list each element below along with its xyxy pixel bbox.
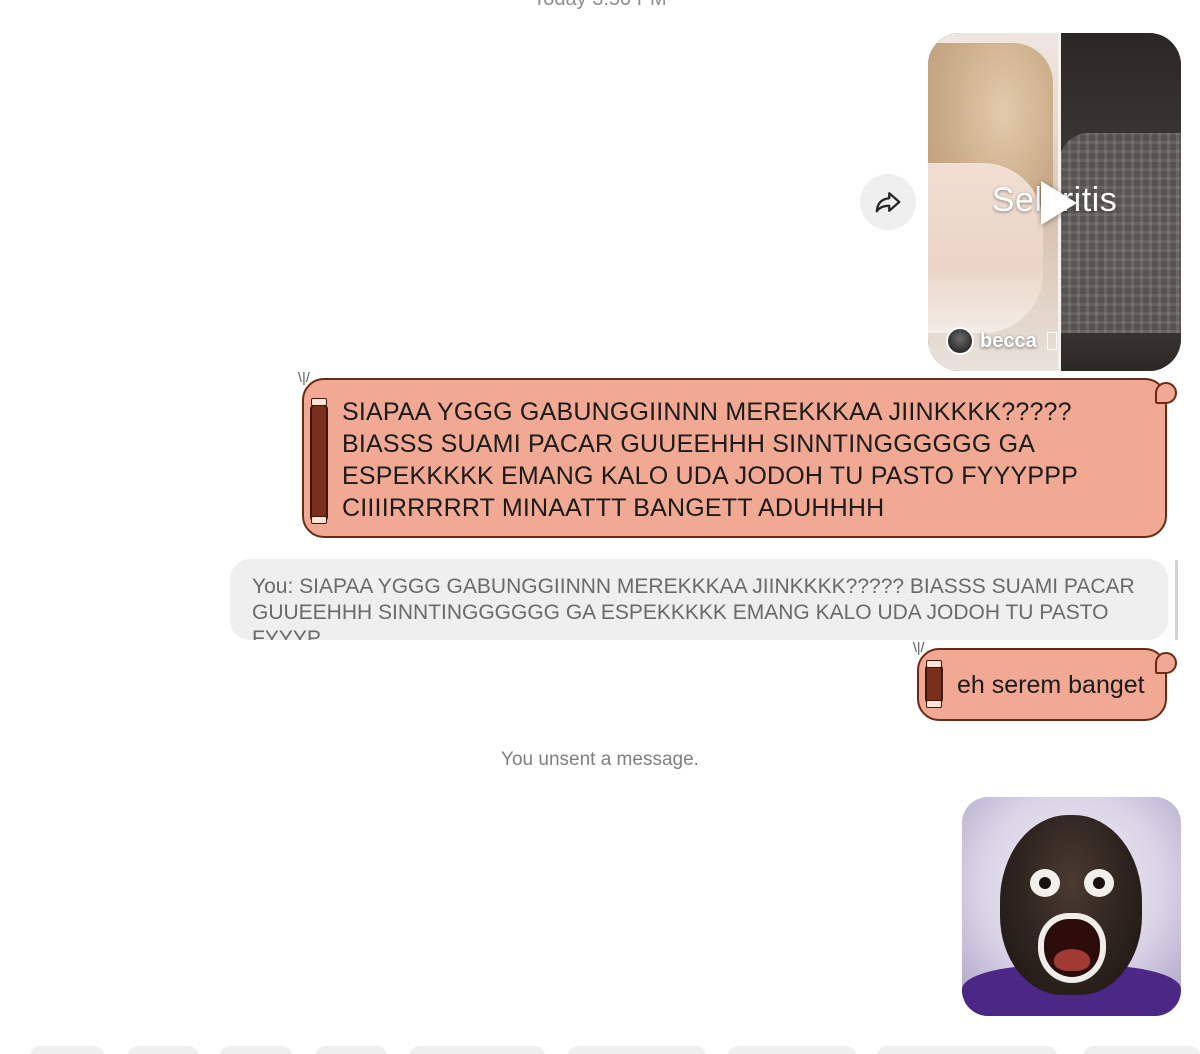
reply-preview[interactable]: You: SIAPAA YGGG GABUNGGIINNN MEREKKKAA … xyxy=(230,559,1168,640)
shared-reel-card[interactable]: Seleritis becca xyxy=(928,33,1181,371)
sticker-eye xyxy=(1030,869,1060,897)
message-bubble-outgoing[interactable]: \|/ SIAPAA YGGG GABUNGGIINNN MEREKKKAA J… xyxy=(298,370,1177,538)
screaming-face-sticker[interactable] xyxy=(962,797,1181,1016)
message-timestamp: Today 3:50 PM xyxy=(0,0,1200,11)
spark-icon: \|/ xyxy=(298,369,311,385)
bubble-theme-cap xyxy=(311,398,327,406)
bubble-theme-cap xyxy=(926,700,942,708)
bubble-theme-cap xyxy=(311,516,327,524)
quick-reply-row xyxy=(0,1046,1200,1054)
quick-reply-chip[interactable] xyxy=(128,1046,198,1054)
quick-reply-chip[interactable] xyxy=(220,1046,292,1054)
sticker-tongue xyxy=(1054,949,1090,971)
sticker-eye xyxy=(1084,869,1114,897)
quick-reply-chip[interactable] xyxy=(568,1046,706,1054)
reel-author-name: becca xyxy=(980,329,1037,352)
bubble-theme-decoration xyxy=(310,404,328,522)
avatar xyxy=(946,327,974,355)
bubble-theme-decoration xyxy=(925,664,943,704)
reel-author[interactable]: becca xyxy=(946,327,1057,355)
message-bubble-outgoing[interactable]: \|/ eh serem banget xyxy=(913,640,1177,721)
message-text: eh serem banget xyxy=(957,671,1145,699)
quick-reply-chip[interactable] xyxy=(315,1046,387,1054)
reply-indicator-bar xyxy=(1175,560,1178,640)
quick-reply-chip[interactable] xyxy=(30,1046,104,1054)
bubble-tail xyxy=(1155,652,1177,674)
quick-reply-chip[interactable] xyxy=(410,1046,545,1054)
unsent-message-note: You unsent a message. xyxy=(501,749,699,770)
quick-reply-chip[interactable] xyxy=(728,1046,856,1054)
quick-reply-chip[interactable] xyxy=(877,1046,1057,1054)
bubble-theme-cap xyxy=(926,660,942,668)
chat-thread: Today 3:50 PM Seleritis becca \|/ SIAPAA… xyxy=(0,0,1200,1054)
spark-icon: \|/ xyxy=(913,639,925,655)
missing-glyph-icon xyxy=(1046,332,1057,350)
share-button[interactable] xyxy=(860,174,916,230)
bubble-tail xyxy=(1155,382,1177,404)
reel-thumbnail-coat xyxy=(1059,133,1181,333)
sticker-mouth xyxy=(1038,913,1106,983)
message-text: SIAPAA YGGG GABUNGGIINNN MEREKKKAA JIINK… xyxy=(342,398,1078,522)
share-arrow-icon xyxy=(875,192,901,213)
quick-reply-chip[interactable] xyxy=(1083,1046,1200,1054)
play-icon[interactable] xyxy=(1041,181,1077,225)
